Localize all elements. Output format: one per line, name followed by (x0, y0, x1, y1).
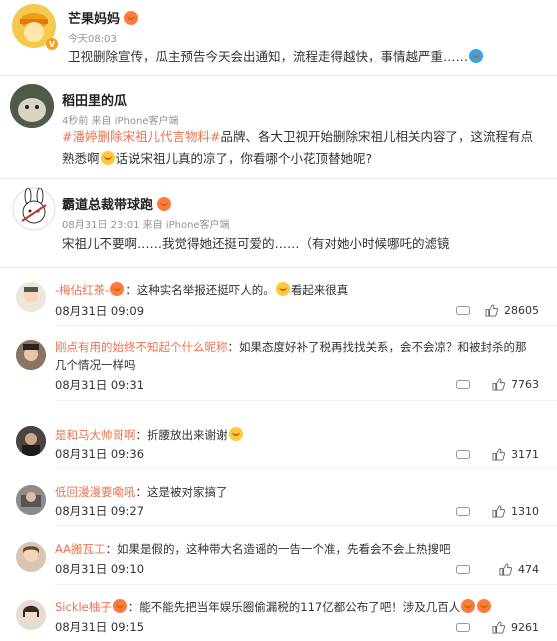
crown-icon (110, 282, 125, 296)
comment-item: 是和马大帅哥啊：折腰放出来谢谢 08月31日 09:36 3171 (0, 424, 557, 474)
post-time: 今天08:03 (68, 34, 117, 45)
comment-item: Sickle柚子 ：能不能先把当年娱乐圈偷漏税的117亿都公布了吧！涉及几百人 0… (0, 596, 557, 641)
comment-item: AA搬瓦工：如果是假的，这种带大名造谣的一告一个准，先看会不会上热搜吧 08月3… (0, 538, 557, 588)
comment-time: 08月31日 09:31 (55, 378, 145, 392)
like-button[interactable]: 3171 (492, 448, 539, 461)
divider (55, 584, 557, 585)
comment-text: 刚点有用的始终不知起个什么昵称：如果态度好补了税再找找关系，会不会凉？和被封杀的… (55, 340, 527, 372)
post-username[interactable]: 稻田里的瓜 (62, 90, 178, 109)
comment-time: 08月31日 09:10 (55, 562, 145, 576)
thumbs-up-icon (485, 304, 498, 317)
comment-text: 低回漫漫要嘞吼：这是被对家搞了 (55, 485, 228, 499)
crown-icon (157, 196, 172, 211)
smile-emoji-icon (275, 282, 290, 296)
post-text: 卫视删除宣传，瓜主预告今天会出通知，流程走得越快，事情越严重…… (68, 46, 548, 68)
avatar[interactable] (16, 600, 46, 630)
comment-item: 低回漫漫要嘞吼：这是被对家搞了 08月31日 09:27 1310 (0, 481, 557, 531)
crown-icon (124, 10, 139, 25)
divider (55, 525, 557, 526)
weibo-post-3: 霸道总裁带球跑 08月31日 23:01 来自 iPhone客户端 宋祖儿不要啊… (0, 179, 557, 261)
thumbs-up-icon (499, 563, 512, 576)
avatar[interactable] (16, 426, 46, 456)
topic-link[interactable]: #潘婷删除宋祖儿代言物料# (62, 129, 220, 144)
avatar[interactable] (16, 542, 46, 572)
reply-icon[interactable] (456, 623, 470, 633)
comment-username[interactable]: AA搬瓦工 (55, 542, 106, 556)
like-button[interactable]: 474 (499, 563, 539, 576)
thumbs-up-icon (492, 505, 505, 518)
like-count: 474 (518, 563, 539, 576)
thumbs-up-icon (492, 621, 505, 634)
comment-username[interactable]: 是和马大帅哥啊 (55, 428, 136, 442)
weibo-post-2: 稻田里的瓜 4秒前 来自 iPhone客户端 #潘婷删除宋祖儿代言物料#品牌、各… (0, 76, 557, 178)
laugh-cry-emoji-icon (228, 427, 243, 441)
like-count: 9261 (511, 621, 539, 634)
avatar[interactable] (10, 84, 54, 128)
post-username[interactable]: 芒果妈妈 (68, 8, 139, 27)
avatar[interactable] (16, 340, 46, 370)
comment-text: Sickle柚子 ：能不能先把当年娱乐圈偷漏税的117亿都公布了吧！涉及几百人 (55, 598, 533, 616)
comment-text: -梅佔红茶- ：这种实名举报还挺吓人的。 看起来很真 (55, 282, 349, 297)
laugh-cry-emoji-icon (100, 151, 115, 165)
divider (55, 468, 557, 469)
weibo-post-1: V 芒果妈妈 今天08:03 卫视删除宣传，瓜主预告今天会出通知，流程走得越快，… (0, 0, 557, 75)
divider (0, 267, 557, 268)
comment-username[interactable]: -梅佔红茶- (55, 283, 109, 297)
like-count: 7763 (511, 378, 539, 391)
comment-time: 08月31日 09:09 (55, 304, 145, 318)
comment-time: 08月31日 09:27 (55, 504, 145, 518)
like-count: 3171 (511, 448, 539, 461)
reply-icon[interactable] (456, 565, 470, 575)
comment-time: 08月31日 09:36 (55, 447, 145, 461)
avatar[interactable] (16, 282, 46, 312)
thumbs-up-icon (492, 448, 505, 461)
post-meta: 4秒前 来自 iPhone客户端 (62, 116, 179, 127)
avatar[interactable] (16, 485, 46, 515)
avatar[interactable] (12, 187, 56, 231)
comment-time: 08月31日 09:15 (55, 620, 145, 634)
comment-text: 是和马大帅哥啊：折腰放出来谢谢 (55, 426, 533, 444)
like-button[interactable]: 28605 (485, 304, 539, 317)
reply-icon[interactable] (456, 306, 470, 316)
like-count: 1310 (511, 505, 539, 518)
verified-badge-icon: V (46, 38, 58, 50)
thumbs-up-icon (492, 378, 505, 391)
divider (55, 400, 557, 401)
comment-text: AA搬瓦工：如果是假的，这种带大名造谣的一告一个准，先看会不会上热搜吧 (55, 542, 451, 556)
comment-username[interactable]: Sickle柚子 (55, 600, 112, 614)
divider (55, 325, 557, 326)
comment-item: 刚点有用的始终不知起个什么昵称：如果态度好补了税再找找关系，会不会凉？和被封杀的… (0, 338, 557, 408)
doraemon-icon (469, 49, 484, 63)
comment-username[interactable]: 刚点有用的始终不知起个什么昵称 (55, 340, 228, 354)
reply-icon[interactable] (456, 507, 470, 517)
post-text: 宋祖儿不要啊……我觉得她还挺可爱的……（有对她小时候哪吒的滤镜 (62, 236, 450, 251)
like-button[interactable]: 9261 (492, 621, 539, 634)
post-meta: 08月31日 23:01 来自 iPhone客户端 (62, 220, 230, 231)
comment-username[interactable]: 低回漫漫要嘞吼 (55, 485, 136, 499)
post-username[interactable]: 霸道总裁带球跑 (62, 194, 230, 213)
reply-icon[interactable] (456, 380, 470, 390)
crown-icon (112, 599, 127, 613)
comment-item: -梅佔红茶- ：这种实名举报还挺吓人的。 看起来很真 08月31日 09:09 28… (0, 278, 557, 328)
angry-emoji-icon (477, 599, 492, 613)
like-button[interactable]: 7763 (492, 378, 539, 391)
like-count: 28605 (504, 304, 539, 317)
post-text: #潘婷删除宋祖儿代言物料#品牌、各大卫视开始删除宋祖儿相关内容了，这流程有点熟悉… (62, 129, 533, 166)
reply-icon[interactable] (456, 450, 470, 460)
angry-emoji-icon (461, 599, 476, 613)
like-button[interactable]: 1310 (492, 505, 539, 518)
